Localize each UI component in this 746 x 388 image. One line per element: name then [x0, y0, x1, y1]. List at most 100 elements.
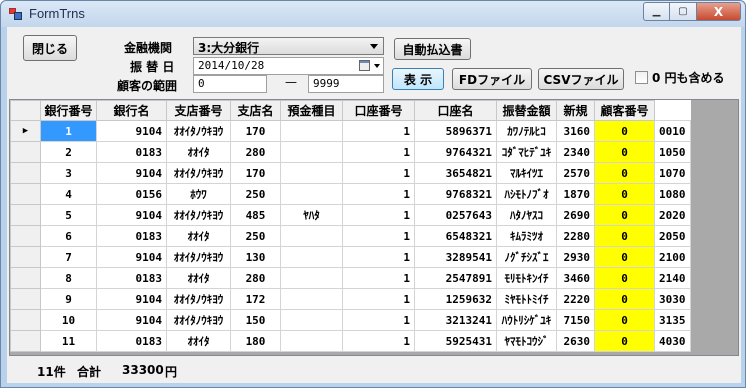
table-cell[interactable]: 1	[342, 225, 415, 247]
table-cell[interactable]: 2690	[556, 204, 595, 226]
table-cell[interactable]: 130	[230, 246, 281, 268]
table-cell[interactable]: 485	[230, 204, 281, 226]
table-row[interactable]: 8 0183 ｵｵｲﾀ 280 1 2547891 ﾓﾘﾓﾄｷﾝｲﾁ 3460 0 2140	[10, 267, 691, 289]
table-cell[interactable]: 9104	[96, 309, 167, 331]
range-to-input[interactable]: 9999	[308, 75, 384, 93]
row-number-cell[interactable]: 10	[40, 309, 97, 331]
column-header[interactable]: 振替金額	[496, 100, 557, 121]
row-header[interactable]	[10, 288, 41, 310]
table-cell[interactable]: 1	[342, 183, 415, 205]
table-cell[interactable]: ﾉｸﾞﾁｼｽﾞｴ	[496, 246, 557, 268]
table-cell[interactable]: ｵｵｲﾀ	[166, 330, 231, 352]
table-cell[interactable]: 4030	[654, 330, 691, 352]
table-cell[interactable]: 9104	[96, 162, 167, 184]
table-cell[interactable]: 0	[594, 162, 655, 184]
table-cell[interactable]: 0156	[96, 183, 167, 205]
table-cell[interactable]: 1070	[654, 162, 691, 184]
column-header[interactable]: 口座名	[414, 100, 497, 121]
table-cell[interactable]: ﾐﾔﾓﾄﾄﾐｲﾁ	[496, 288, 557, 310]
table-cell[interactable]: ﾏﾙｷｲﾂｴ	[496, 162, 557, 184]
column-header[interactable]: 口座番号	[342, 100, 415, 121]
table-cell[interactable]: 5925431	[414, 330, 497, 352]
table-cell[interactable]	[280, 330, 343, 352]
table-cell[interactable]: ｷﾑﾗﾐﾂｵ	[496, 225, 557, 247]
table-cell[interactable]: 1259632	[414, 288, 497, 310]
table-cell[interactable]	[280, 267, 343, 289]
table-cell[interactable]	[280, 183, 343, 205]
table-cell[interactable]: ｵｵｲﾀﾉｳｷﾖｳ	[166, 309, 231, 331]
table-cell[interactable]: ｵｵｲﾀﾉｳｷﾖｳ	[166, 162, 231, 184]
table-cell[interactable]: 1	[342, 162, 415, 184]
row-number-cell[interactable]: 11	[40, 330, 97, 352]
table-cell[interactable]: 9764321	[414, 141, 497, 163]
table-cell[interactable]: 2100	[654, 246, 691, 268]
table-cell[interactable]: 3289541	[414, 246, 497, 268]
column-header[interactable]: 顧客番号	[594, 100, 655, 121]
table-row[interactable]: 7 9104 ｵｵｲﾀﾉｳｷﾖｳ 130 1 3289541 ﾉｸﾞﾁｼｽﾞｴ 2930 0 21…	[10, 246, 691, 268]
table-cell[interactable]: 3460	[556, 267, 595, 289]
table-cell[interactable]: 9104	[96, 288, 167, 310]
table-cell[interactable]: 0183	[96, 330, 167, 352]
table-cell[interactable]: ﾔﾏﾓﾄｺｳｼﾞ	[496, 330, 557, 352]
row-number-cell[interactable]: 4	[40, 183, 97, 205]
auto-payment-button[interactable]: 自動払込書	[394, 38, 471, 60]
close-button[interactable]: 閉じる	[23, 35, 77, 61]
chevron-down-icon[interactable]	[370, 44, 378, 49]
show-button[interactable]: 表 示	[392, 68, 444, 90]
table-cell[interactable]	[280, 288, 343, 310]
fd-file-button[interactable]: FDファイル	[452, 68, 532, 90]
table-cell[interactable]: 1	[342, 246, 415, 268]
table-cell[interactable]: ｶﾜﾉﾃﾙﾋｺ	[496, 120, 557, 142]
maximize-button[interactable]: ▢	[670, 2, 697, 21]
table-cell[interactable]: ｵｵｲﾀﾉｳｷﾖｳ	[166, 120, 231, 142]
column-header[interactable]: 新規	[556, 100, 595, 121]
table-cell[interactable]: 0	[594, 288, 655, 310]
table-row[interactable]: 3 9104 ｵｵｲﾀﾉｳｷﾖｳ 170 1 3654821 ﾏﾙｷｲﾂｴ 2570 0 1070	[10, 162, 691, 184]
table-cell[interactable]: ﾊﾀﾉﾔｽｺ	[496, 204, 557, 226]
table-cell[interactable]: 2340	[556, 141, 595, 163]
row-number-cell[interactable]: 6	[40, 225, 97, 247]
table-row[interactable]: 10 9104 ｵｵｲﾀﾉｳｷﾖｳ 150 1 3213241 ﾊｳﾄﾘｼｹﾞﾕｷ 7150 0…	[10, 309, 691, 331]
table-cell[interactable]: 3160	[556, 120, 595, 142]
table-cell[interactable]: ｵｵｲﾀ	[166, 267, 231, 289]
table-cell[interactable]: ｵｵｲﾀﾉｳｷﾖｳ	[166, 288, 231, 310]
table-cell[interactable]: 3654821	[414, 162, 497, 184]
table-cell[interactable]: ｵｵｲﾀ	[166, 225, 231, 247]
row-header[interactable]	[10, 309, 41, 331]
table-cell[interactable]	[280, 309, 343, 331]
range-from-input[interactable]: 0	[193, 75, 267, 93]
row-header[interactable]	[10, 183, 41, 205]
table-cell[interactable]: 3135	[654, 309, 691, 331]
table-cell[interactable]: 1	[342, 120, 415, 142]
table-cell[interactable]: 2020	[654, 204, 691, 226]
table-cell[interactable]: ﾔﾊﾀ	[280, 204, 343, 226]
table-row[interactable]: 2 0183 ｵｵｲﾀ 280 1 9764321 ｺﾀﾞﾏﾋﾃﾞﾕｷ 2340 0 1050	[10, 141, 691, 163]
table-cell[interactable]: 0010	[654, 120, 691, 142]
table-cell[interactable]: 0	[594, 141, 655, 163]
table-cell[interactable]: 1	[342, 267, 415, 289]
table-cell[interactable]	[280, 246, 343, 268]
bank-combobox[interactable]: 3:大分銀行	[193, 37, 384, 55]
column-header[interactable]: 支店番号	[166, 100, 231, 121]
table-cell[interactable]: 1050	[654, 141, 691, 163]
table-cell[interactable]: 1080	[654, 183, 691, 205]
close-window-button[interactable]: X	[697, 2, 741, 21]
date-dropdown-icon[interactable]	[374, 64, 380, 68]
table-cell[interactable]: 1	[342, 288, 415, 310]
table-cell[interactable]: 150	[230, 309, 281, 331]
row-header[interactable]	[10, 162, 41, 184]
table-cell[interactable]: ｺﾀﾞﾏﾋﾃﾞﾕｷ	[496, 141, 557, 163]
calendar-icon[interactable]	[359, 60, 370, 71]
table-cell[interactable]: 0183	[96, 267, 167, 289]
minimize-button[interactable]: ▁	[643, 2, 670, 21]
row-header[interactable]	[10, 267, 41, 289]
table-cell[interactable]: 2220	[556, 288, 595, 310]
table-cell[interactable]: 250	[230, 183, 281, 205]
table-cell[interactable]: 5896371	[414, 120, 497, 142]
table-cell[interactable]: 0	[594, 267, 655, 289]
table-cell[interactable]: 2630	[556, 330, 595, 352]
row-number-cell[interactable]: 7	[40, 246, 97, 268]
column-header[interactable]: 銀行番号	[40, 100, 97, 121]
table-cell[interactable]: 2140	[654, 267, 691, 289]
table-cell[interactable]: 0183	[96, 141, 167, 163]
